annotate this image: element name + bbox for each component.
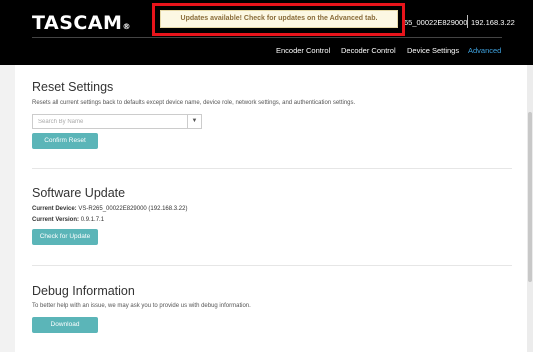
current-version: Current Version: 0.9.1.7.1 <box>32 217 104 223</box>
debug-information-description: To better help with an issue, we may ask… <box>32 303 251 309</box>
logo-registered-mark: ® <box>122 22 131 31</box>
header-separator <box>467 15 468 28</box>
notification-highlight <box>152 3 405 36</box>
reset-settings-description: Resets all current settings back to defa… <box>32 100 356 106</box>
tascam-logo: TASCAM® <box>32 12 131 34</box>
current-device-value: VS-R265_00022E829000 (192.168.3.22) <box>78 206 188 212</box>
search-input[interactable] <box>33 115 185 128</box>
software-update-title: Software Update <box>32 186 126 200</box>
device-name: 65_00022E829000 <box>404 18 468 27</box>
current-version-value: 0.9.1.7.1 <box>80 217 105 223</box>
nav-advanced[interactable]: Advanced <box>468 46 501 55</box>
section-divider <box>32 265 512 266</box>
header-divider <box>32 37 502 38</box>
confirm-reset-button[interactable]: Confirm Reset <box>32 133 98 149</box>
nav-device-settings[interactable]: Device Settings <box>407 46 459 55</box>
section-divider <box>32 168 512 169</box>
caret-down-icon[interactable]: ▼ <box>187 115 201 128</box>
current-version-label: Current Version: <box>32 217 80 223</box>
nav-decoder-control[interactable]: Decoder Control <box>341 46 396 55</box>
current-device-label: Current Device: <box>32 206 77 212</box>
scrollbar-thumb[interactable] <box>528 112 532 282</box>
current-device: Current Device: VS-R265_00022E829000 (19… <box>32 206 187 212</box>
device-ip: 192.168.3.22 <box>471 18 515 27</box>
reset-settings-title: Reset Settings <box>32 80 114 94</box>
nav-encoder-control[interactable]: Encoder Control <box>276 46 330 55</box>
check-for-update-button[interactable]: Check for Update <box>32 229 98 245</box>
download-button[interactable]: Download <box>32 317 98 333</box>
debug-information-title: Debug Information <box>32 284 135 298</box>
search-select[interactable]: ▼ <box>32 114 202 129</box>
